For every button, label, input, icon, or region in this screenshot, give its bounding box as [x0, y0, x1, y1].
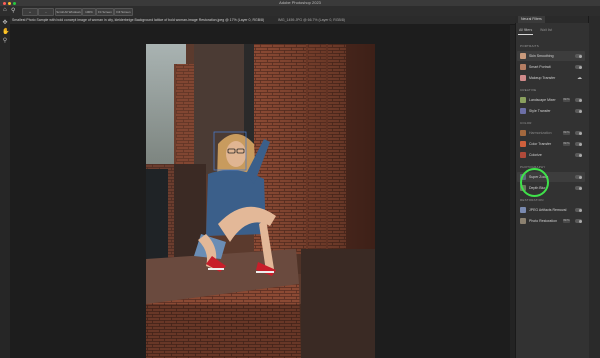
document-tab-2[interactable]: IMG_1459.JPG @ 66.7% (Layer 0, RGB/8)	[278, 16, 408, 24]
filter-toggle[interactable]	[575, 219, 582, 223]
beta-badge: BETA	[563, 142, 570, 146]
filter-toggle[interactable]	[575, 208, 582, 212]
document-tab-active[interactable]: Smallest Photo Sample with bold concept …	[12, 16, 272, 24]
section-restoration: RESTORATION	[520, 198, 544, 202]
100-percent-button[interactable]: 100%	[82, 8, 96, 16]
filter-row-photo-restoration[interactable]: Photo Restoration BETA	[517, 216, 585, 226]
filter-toggle[interactable]	[575, 54, 582, 58]
hand-tool-icon[interactable]: ✋	[2, 29, 9, 35]
filter-row-jpeg-artifacts-removal[interactable]: JPEG Artifacts Removal	[517, 205, 585, 215]
filter-toggle[interactable]	[575, 186, 582, 190]
skin-smoothing-thumbnail	[520, 53, 526, 59]
smart-portrait-thumbnail	[520, 64, 526, 70]
document-photo[interactable]	[146, 44, 375, 358]
active-tab-indicator	[518, 34, 533, 35]
colorize-thumbnail	[520, 152, 526, 158]
filter-toggle[interactable]	[575, 65, 582, 69]
filter-label: Skin Smoothing	[529, 54, 554, 58]
beta-badge: BETA	[563, 98, 570, 102]
filter-row-smart-portrait[interactable]: Smart Portrait	[517, 62, 585, 72]
beta-badge: BETA	[563, 219, 570, 223]
zoom-tool-icon[interactable]: ⚲	[11, 7, 15, 14]
filter-label: Color Transfer	[529, 142, 552, 146]
panel-header: Neural Filters	[515, 16, 588, 23]
filter-label: Harmonization	[529, 131, 552, 135]
filter-label: Smart Portrait	[529, 65, 551, 69]
harmonization-thumbnail	[520, 130, 526, 136]
filter-toggle[interactable]	[575, 153, 582, 157]
filter-label: Photo Restoration	[529, 219, 558, 223]
filter-row-colorize[interactable]: Colorize	[517, 150, 585, 160]
filter-toggle[interactable]	[575, 142, 582, 146]
move-tool-icon[interactable]: ✥	[2, 20, 8, 26]
zoom-tool-side-icon[interactable]: ⚲	[2, 38, 8, 44]
filter-row-style-transfer[interactable]: Style Transfer	[517, 106, 585, 116]
tab-wait-list[interactable]: Wait list	[540, 28, 552, 33]
filter-row-landscape-mixer[interactable]: Landscape Mixer BETA	[517, 95, 585, 105]
highlight-circle-annotation	[520, 168, 549, 197]
scroll-all-windows-button[interactable]: Scroll All Windows	[55, 8, 82, 16]
section-color: COLOR	[520, 121, 532, 125]
filter-row-makeup-transfer[interactable]: Makeup Transfer ☁	[517, 73, 585, 83]
zoom-out-button[interactable]: −	[38, 8, 54, 16]
fill-screen-button[interactable]: Fill Screen	[114, 8, 133, 16]
zoom-in-button[interactable]: +	[22, 8, 38, 16]
filter-row-skin-smoothing[interactable]: Skin Smoothing	[517, 51, 585, 61]
filter-label: Style Transfer	[529, 109, 551, 113]
filter-label: Landscape Mixer	[529, 98, 556, 102]
photo-image	[146, 44, 375, 358]
filter-label: JPEG Artifacts Removal	[529, 208, 567, 212]
section-creative: CREATIVE	[520, 88, 537, 92]
panel-title[interactable]: Neural Filters	[518, 16, 545, 23]
jpeg-artifacts-thumbnail	[520, 207, 526, 213]
filter-label: Colorize	[529, 153, 542, 157]
tab-all-filters[interactable]: All filters	[519, 28, 532, 33]
filter-toggle[interactable]	[575, 109, 582, 113]
landscape-mixer-thumbnail	[520, 97, 526, 103]
filter-toggle[interactable]	[575, 131, 582, 135]
fit-screen-button[interactable]: Fit Screen	[96, 8, 114, 16]
filter-row-harmonization[interactable]: Harmonization BETA	[517, 128, 585, 138]
filter-toggle[interactable]	[575, 98, 582, 102]
beta-badge: BETA	[563, 131, 570, 135]
makeup-transfer-thumbnail	[520, 75, 526, 81]
color-transfer-thumbnail	[520, 141, 526, 147]
download-cloud-icon[interactable]: ☁	[577, 73, 582, 83]
photo-restoration-thumbnail	[520, 218, 526, 224]
filter-row-color-transfer[interactable]: Color Transfer BETA	[517, 139, 585, 149]
filter-toggle[interactable]	[575, 175, 582, 179]
section-portraits: PORTRAITS	[520, 44, 539, 48]
filter-label: Makeup Transfer	[529, 76, 556, 80]
home-icon[interactable]: ⌂	[3, 7, 7, 13]
collapsed-panel-strip	[588, 16, 600, 358]
style-transfer-thumbnail	[520, 108, 526, 114]
